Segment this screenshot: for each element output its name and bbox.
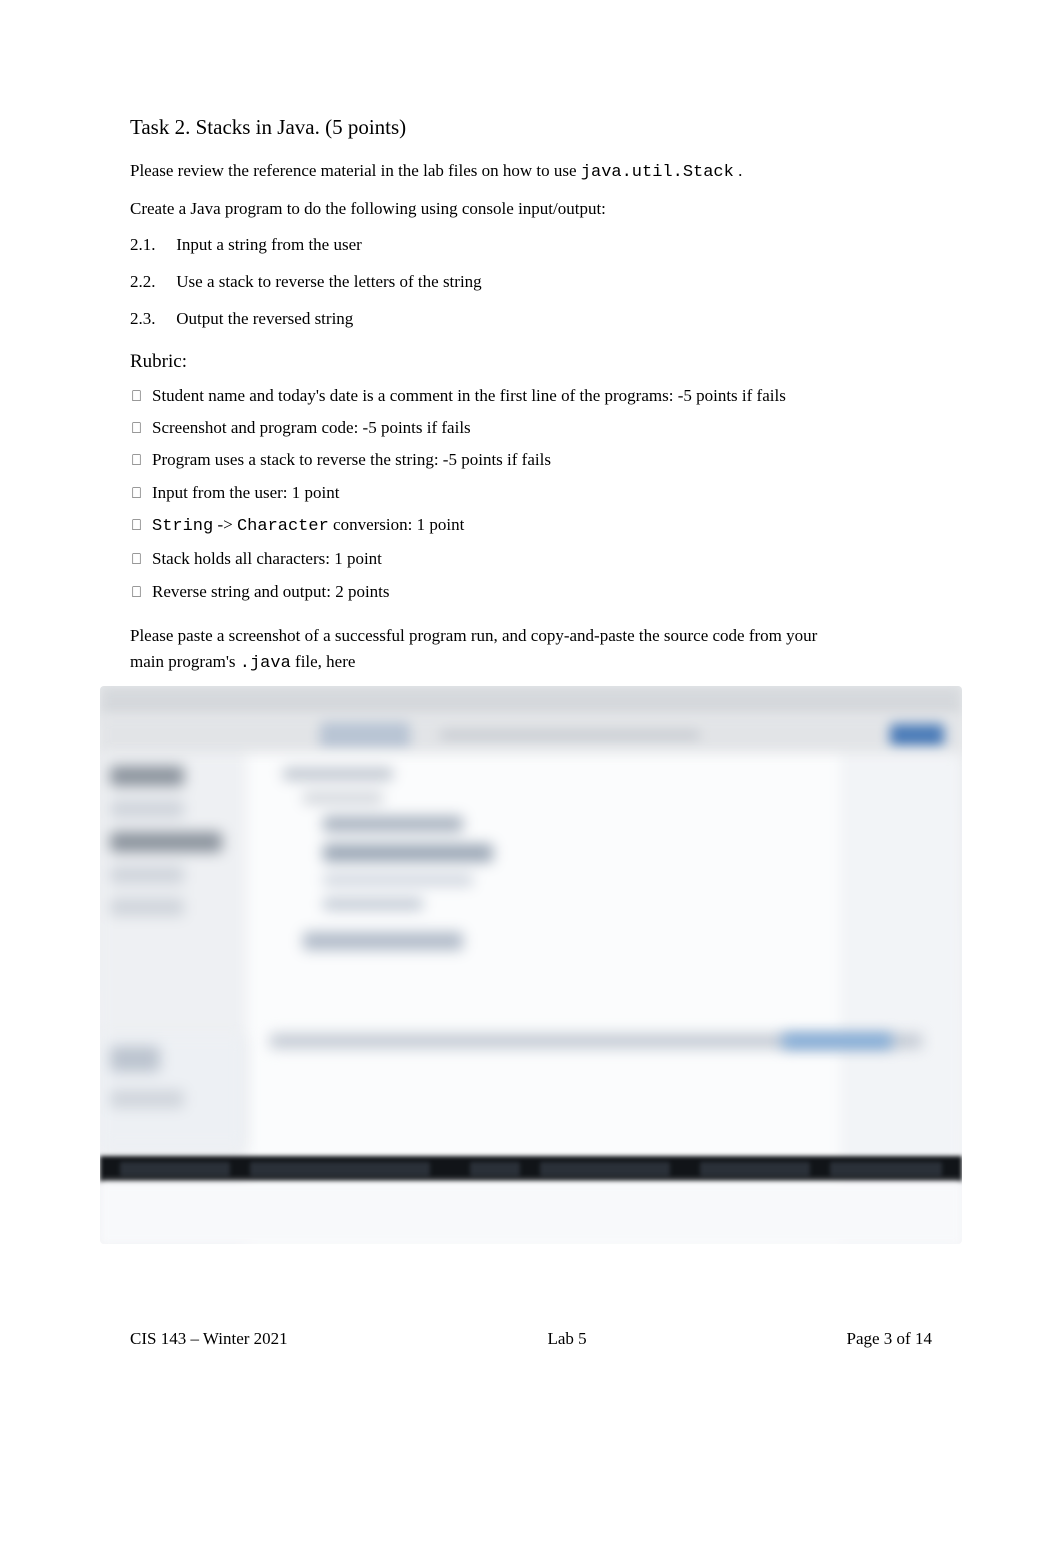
rubric-text: Stack holds all characters: 1 point	[152, 546, 932, 572]
step-text: Input a string from the user	[176, 235, 362, 254]
ss-bottom-block	[110, 1090, 184, 1108]
arrow-text: ->	[213, 515, 237, 534]
ss-badge	[890, 724, 944, 746]
code-character: Character	[237, 517, 329, 536]
ss-divider	[245, 1026, 962, 1034]
rubric-text: Input from the user: 1 point	[152, 480, 932, 506]
ss-taskbar-seg	[470, 1162, 520, 1176]
ss-code-line	[323, 874, 473, 886]
paste-line2-prefix: main program's	[130, 652, 240, 671]
footer-right: Page 3 of 14	[847, 1329, 932, 1349]
ss-tab	[320, 722, 410, 748]
ss-code-line	[323, 844, 493, 862]
paste-instructions: Please paste a screenshot of a successfu…	[130, 623, 932, 678]
bullet-icon: ⎕	[132, 548, 152, 571]
ss-taskbar	[100, 1156, 962, 1182]
bullet-icon: ⎕	[132, 514, 152, 537]
page-footer: CIS 143 – Winter 2021 Lab 5 Page 3 of 14	[130, 1329, 932, 1349]
ss-taskbar-seg	[540, 1162, 670, 1176]
ss-taskbar-seg	[700, 1162, 810, 1176]
ss-code-line	[323, 816, 463, 832]
rubric-list: ⎕ Student name and today's date is a com…	[132, 383, 932, 605]
ss-taskbar-seg	[120, 1162, 230, 1176]
conversion-suffix: conversion: 1 point	[329, 515, 465, 534]
ss-below	[100, 1182, 962, 1244]
footer-left: CIS 143 – Winter 2021	[130, 1329, 288, 1349]
ss-sidebar-item	[110, 800, 184, 818]
intro-code: java.util.Stack	[581, 163, 734, 182]
ss-taskbar-seg	[250, 1162, 430, 1176]
rubric-text: String -> Character conversion: 1 point	[152, 512, 932, 540]
step-item: 2.1. Input a string from the user	[130, 231, 932, 258]
rubric-heading: Rubric:	[130, 351, 932, 373]
ss-bottom-block	[110, 1046, 160, 1072]
step-text: Use a stack to reverse the letters of th…	[176, 272, 481, 291]
rubric-item: ⎕ Input from the user: 1 point	[132, 480, 932, 506]
step-item: 2.2. Use a stack to reverse the letters …	[130, 268, 932, 295]
intro-suffix: .	[734, 161, 743, 180]
rubric-text: Screenshot and program code: -5 points i…	[152, 415, 932, 441]
bullet-icon: ⎕	[132, 417, 152, 440]
step-number: 2.1.	[130, 231, 172, 258]
ss-sidebar-item	[110, 898, 184, 916]
rubric-item: ⎕ Stack holds all characters: 1 point	[132, 546, 932, 572]
step-number: 2.3.	[130, 305, 172, 332]
step-item: 2.3. Output the reversed string	[130, 305, 932, 332]
code-string: String	[152, 517, 213, 536]
ss-sidebar-item	[110, 866, 184, 884]
ss-sidebar-item	[110, 766, 184, 786]
ss-code-line	[283, 768, 393, 780]
intro-paragraph: Please review the reference material in …	[130, 158, 932, 186]
bullet-icon: ⎕	[132, 581, 152, 604]
ss-sidebar-item	[110, 832, 222, 852]
intro-prefix: Please review the reference material in …	[130, 161, 581, 180]
bullet-icon: ⎕	[132, 385, 152, 408]
ss-code-line	[323, 898, 423, 910]
paste-code: .java	[240, 654, 291, 673]
ss-code-line	[303, 932, 463, 950]
ss-taskbar-seg	[852, 1162, 942, 1176]
rubric-item: ⎕ Screenshot and program code: -5 points…	[132, 415, 932, 441]
rubric-text: Program uses a stack to reverse the stri…	[152, 447, 932, 473]
ss-console-link	[782, 1034, 892, 1048]
paste-line2-suffix: file, here	[291, 652, 356, 671]
blurred-screenshot	[100, 686, 962, 1244]
bullet-icon: ⎕	[132, 449, 152, 472]
rubric-text: Reverse string and output: 2 points	[152, 579, 932, 605]
ss-bottom-sidebar	[100, 1036, 245, 1146]
paste-line1: Please paste a screenshot of a successfu…	[130, 626, 817, 645]
step-number: 2.2.	[130, 268, 172, 295]
rubric-text: Student name and today's date is a comme…	[152, 383, 932, 409]
rubric-item: ⎕ Reverse string and output: 2 points	[132, 579, 932, 605]
step-text: Output the reversed string	[176, 309, 353, 328]
rubric-item: ⎕ Student name and today's date is a com…	[132, 383, 932, 409]
ss-code-line	[303, 792, 383, 804]
bullet-icon: ⎕	[132, 482, 152, 505]
rubric-item: ⎕ Program uses a stack to reverse the st…	[132, 447, 932, 473]
ss-tab-text	[440, 730, 700, 740]
ss-titlebar	[100, 686, 962, 716]
footer-center: Lab 5	[548, 1329, 587, 1349]
rubric-item-conversion: ⎕ String -> Character conversion: 1 poin…	[132, 512, 932, 540]
task-title: Task 2. Stacks in Java. (5 points)	[130, 115, 932, 140]
ss-tabrow	[100, 716, 962, 754]
create-paragraph: Create a Java program to do the followin…	[130, 196, 932, 222]
numbered-steps: 2.1. Input a string from the user 2.2. U…	[130, 231, 932, 333]
